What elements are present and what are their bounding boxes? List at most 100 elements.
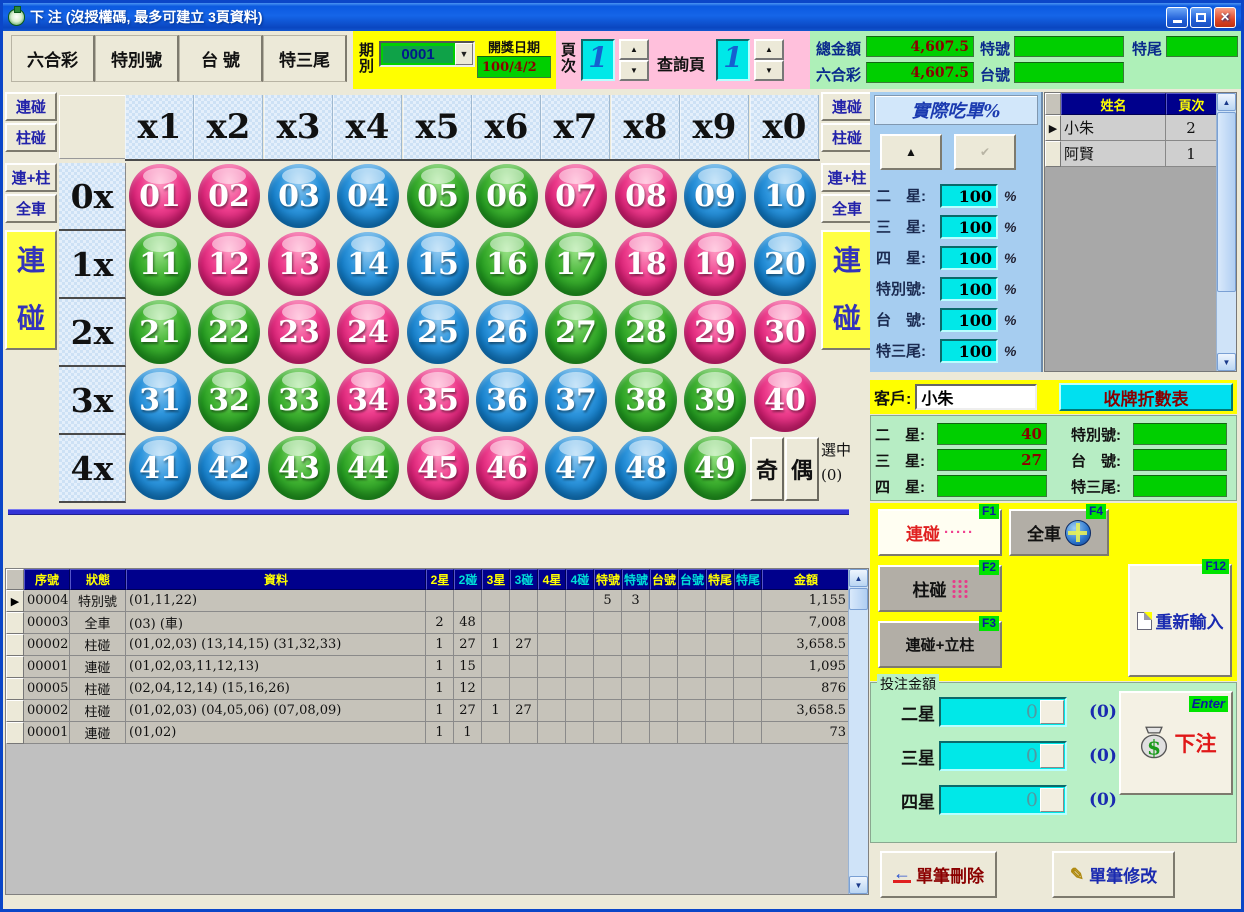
sidebar-big-chain-button[interactable]: 連碰	[5, 230, 57, 350]
ball-43[interactable]: 43	[268, 436, 330, 500]
ball-07[interactable]: 07	[545, 164, 607, 228]
tab-1[interactable]: 六合彩	[11, 35, 95, 82]
sidebar-big-chain-button[interactable]: 連碰	[821, 230, 873, 350]
reset-input-button[interactable]: 重新輸入 F12	[1128, 564, 1232, 677]
bet-table-row-7[interactable]: 00001連碰(01,02)1173	[6, 722, 868, 744]
ball-24[interactable]: 24	[337, 300, 399, 364]
ball-41[interactable]: 41	[129, 436, 191, 500]
ball-03[interactable]: 03	[268, 164, 330, 228]
ball-49[interactable]: 49	[684, 436, 746, 500]
dropdown-arrow-icon[interactable]: ▼	[455, 43, 473, 65]
names-scrollbar[interactable]: ▲ ▼	[1216, 93, 1236, 371]
eat-row-field[interactable]: 100	[940, 277, 998, 301]
ball-40[interactable]: 40	[754, 368, 816, 432]
page-spin-up[interactable]: ▲	[619, 39, 649, 60]
ball-08[interactable]: 08	[615, 164, 677, 228]
maximize-button[interactable]	[1190, 7, 1212, 28]
ball-27[interactable]: 27	[545, 300, 607, 364]
ball-20[interactable]: 20	[754, 232, 816, 296]
query-spin-up[interactable]: ▲	[754, 39, 784, 60]
collapse-button[interactable]: ▲	[880, 134, 942, 170]
sidebar-button-4[interactable]: 全車	[5, 194, 57, 223]
sidebar-button-1[interactable]: 連碰	[821, 92, 873, 121]
even-button[interactable]: 偶	[785, 437, 819, 501]
delete-entry-button[interactable]: ← 單筆刪除	[880, 851, 997, 898]
names-row-2[interactable]: 阿賢1	[1045, 141, 1236, 167]
full-wheel-button[interactable]: 全車 F4	[1009, 509, 1109, 556]
ball-15[interactable]: 15	[407, 232, 469, 296]
bet-amount-input[interactable]: 0	[939, 697, 1067, 727]
ball-46[interactable]: 46	[476, 436, 538, 500]
sidebar-button-1[interactable]: 連碰	[5, 92, 57, 121]
eat-row-field[interactable]: 100	[940, 339, 998, 363]
eat-row-field[interactable]: 100	[940, 308, 998, 332]
page-spin-down[interactable]: ▼	[619, 60, 649, 81]
names-scroll-thumb[interactable]	[1217, 112, 1236, 292]
names-scroll-down[interactable]: ▼	[1217, 353, 1236, 371]
ball-35[interactable]: 35	[407, 368, 469, 432]
ball-17[interactable]: 17	[545, 232, 607, 296]
ball-16[interactable]: 16	[476, 232, 538, 296]
sidebar-button-3[interactable]: 連+柱	[5, 163, 57, 192]
ball-47[interactable]: 47	[545, 436, 607, 500]
bet-table-row-5[interactable]: 00005柱碰(02,04,12,14) (15,16,26)112876	[6, 678, 868, 700]
bet-table-row-1[interactable]: ▶00004特別號(01,11,22)531,155	[6, 590, 868, 612]
eat-row-field[interactable]: 100	[940, 215, 998, 239]
ball-32[interactable]: 32	[198, 368, 260, 432]
ball-26[interactable]: 26	[476, 300, 538, 364]
period-dropdown[interactable]: 0001 ▼	[379, 41, 475, 67]
sidebar-button-2[interactable]: 柱碰	[5, 123, 57, 152]
ball-04[interactable]: 04	[337, 164, 399, 228]
eat-row-field[interactable]: 100	[940, 184, 998, 208]
bet-table-row-2[interactable]: 00003全車(03) (車)2487,008	[6, 612, 868, 634]
ball-37[interactable]: 37	[545, 368, 607, 432]
place-bet-button[interactable]: Enter $ 下注	[1119, 691, 1233, 795]
bet-amount-input[interactable]: 0	[939, 741, 1067, 771]
sidebar-button-4[interactable]: 全車	[821, 194, 873, 223]
bet-amount-input[interactable]: 0	[939, 785, 1067, 815]
tab-3[interactable]: 台 號	[179, 35, 263, 82]
ball-02[interactable]: 02	[198, 164, 260, 228]
ball-23[interactable]: 23	[268, 300, 330, 364]
ball-33[interactable]: 33	[268, 368, 330, 432]
ball-45[interactable]: 45	[407, 436, 469, 500]
scroll-up-button[interactable]: ▲	[849, 569, 868, 587]
ball-44[interactable]: 44	[337, 436, 399, 500]
names-scroll-up[interactable]: ▲	[1217, 93, 1236, 111]
ball-01[interactable]: 01	[129, 164, 191, 228]
scroll-thumb[interactable]	[849, 588, 868, 610]
ball-31[interactable]: 31	[129, 368, 191, 432]
ball-05[interactable]: 05	[407, 164, 469, 228]
minimize-button[interactable]	[1166, 7, 1188, 28]
sidebar-button-3[interactable]: 連+柱	[821, 163, 873, 192]
modify-entry-button[interactable]: ✎ 單筆修改	[1052, 851, 1175, 898]
ball-12[interactable]: 12	[198, 232, 260, 296]
bet-table-row-3[interactable]: 00002柱碰(01,02,03) (13,14,15) (31,32,33)1…	[6, 634, 868, 656]
ball-11[interactable]: 11	[129, 232, 191, 296]
ball-29[interactable]: 29	[684, 300, 746, 364]
chain-bet-button[interactable]: 連碰 ····· F1	[878, 509, 1002, 556]
ball-06[interactable]: 06	[476, 164, 538, 228]
column-bet-button[interactable]: 柱碰 F2	[878, 565, 1002, 612]
bet-table-row-4[interactable]: 00001連碰(01,02,03,11,12,13)1151,095	[6, 656, 868, 678]
tab-2[interactable]: 特別號	[95, 35, 179, 82]
query-spin-down[interactable]: ▼	[754, 60, 784, 81]
ball-19[interactable]: 19	[684, 232, 746, 296]
customer-input[interactable]	[915, 384, 1037, 410]
ball-38[interactable]: 38	[615, 368, 677, 432]
bet-table-scrollbar[interactable]: ▲ ▼	[848, 569, 868, 894]
sidebar-button-2[interactable]: 柱碰	[821, 123, 873, 152]
apply-button-disabled[interactable]: ✔	[954, 134, 1016, 170]
ball-21[interactable]: 21	[129, 300, 191, 364]
ball-09[interactable]: 09	[684, 164, 746, 228]
odd-button[interactable]: 奇	[750, 437, 784, 501]
eat-row-field[interactable]: 100	[940, 246, 998, 270]
page-field[interactable]: 1	[581, 39, 615, 81]
ball-10[interactable]: 10	[754, 164, 816, 228]
discount-table-button[interactable]: 收牌折數表	[1059, 383, 1233, 411]
ball-28[interactable]: 28	[615, 300, 677, 364]
ball-25[interactable]: 25	[407, 300, 469, 364]
ball-36[interactable]: 36	[476, 368, 538, 432]
ball-14[interactable]: 14	[337, 232, 399, 296]
query-page-field[interactable]: 1	[716, 39, 750, 81]
